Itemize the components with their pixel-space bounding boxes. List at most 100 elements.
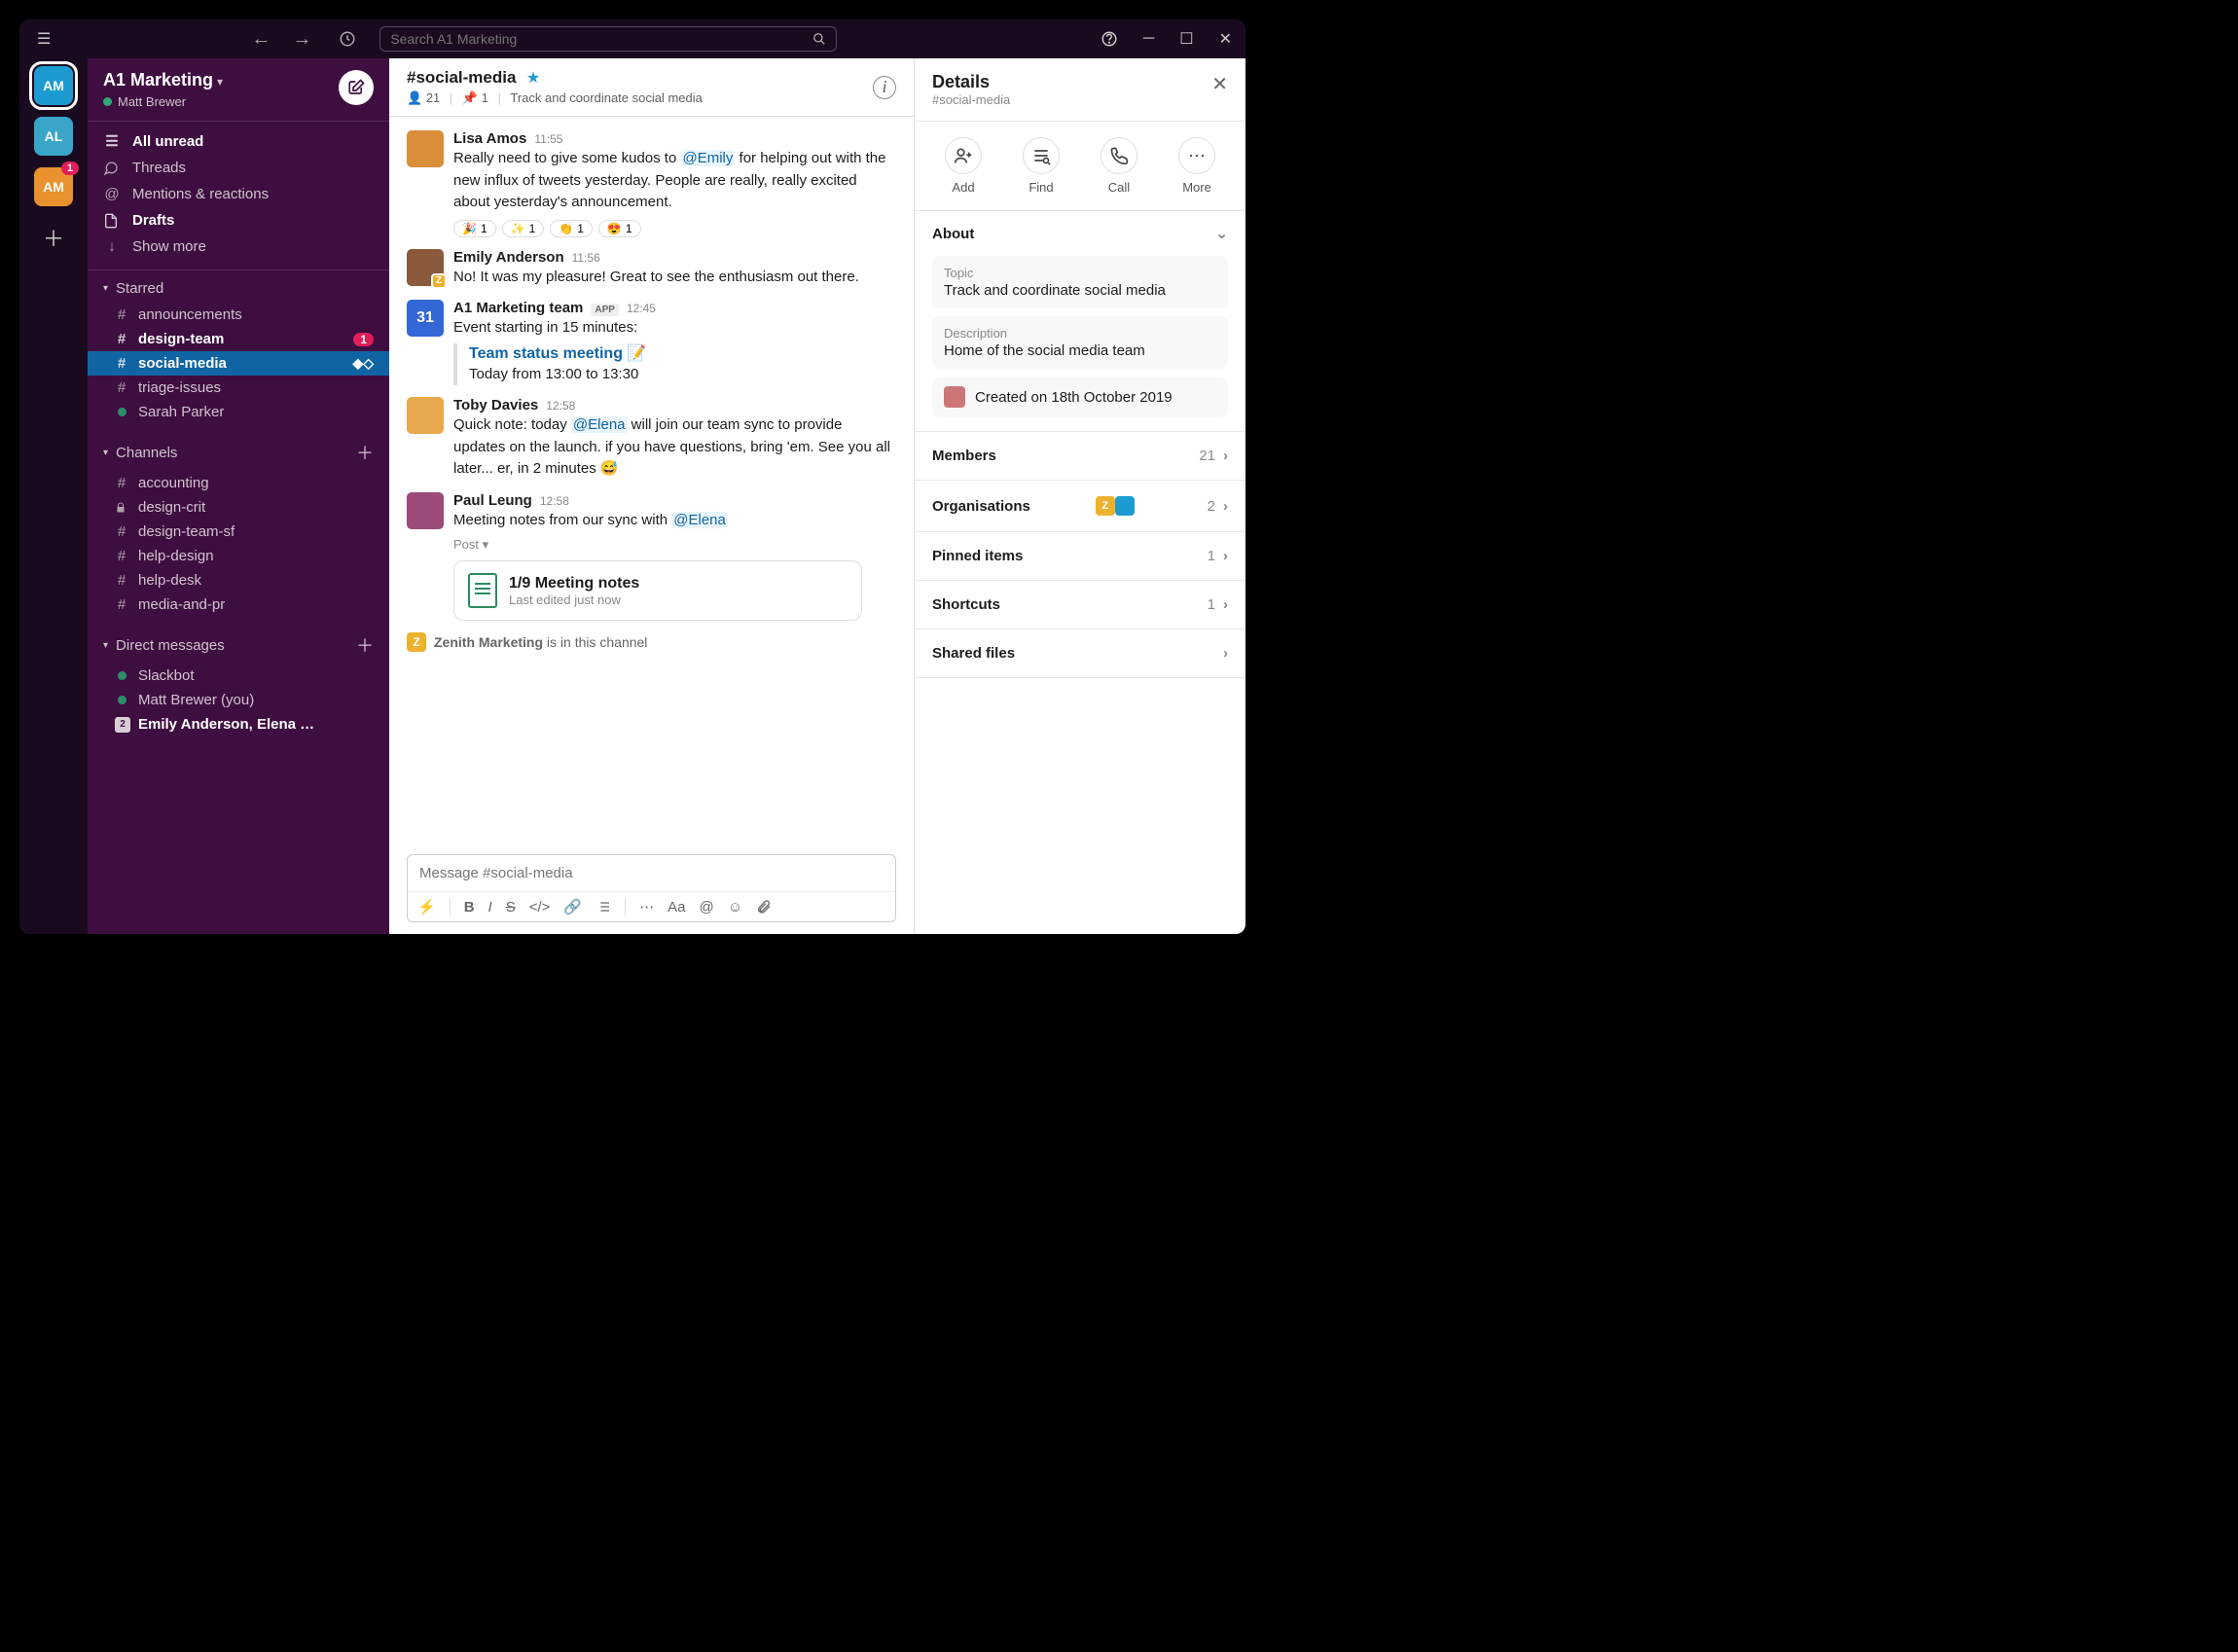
- link-button[interactable]: 🔗: [563, 898, 582, 916]
- channel-triage-issues[interactable]: #triage-issues: [88, 376, 389, 400]
- avatar[interactable]: 31: [407, 300, 444, 337]
- message-author[interactable]: Paul Leung: [453, 492, 532, 509]
- details-subtitle: #social-media: [932, 92, 1010, 107]
- message-author[interactable]: Toby Davies: [453, 397, 538, 413]
- info-icon[interactable]: i: [873, 76, 896, 99]
- channel-topic[interactable]: Track and coordinate social media: [510, 90, 703, 105]
- workspace-switcher[interactable]: AL: [34, 117, 73, 156]
- strike-button[interactable]: S: [506, 899, 516, 916]
- add-person-icon: [945, 137, 982, 174]
- search-box[interactable]: [379, 26, 837, 52]
- channel-name: Sarah Parker: [138, 404, 224, 420]
- close-button[interactable]: ✕: [1213, 25, 1238, 53]
- mention[interactable]: @Elena: [671, 512, 728, 528]
- workspace-switcher[interactable]: AM1: [34, 167, 73, 206]
- help-icon[interactable]: [1095, 26, 1124, 52]
- reaction[interactable]: 🎉1: [453, 220, 496, 237]
- channel-title[interactable]: #social-media: [407, 68, 516, 87]
- code-button[interactable]: </>: [529, 899, 551, 916]
- nav-drafts[interactable]: Drafts: [88, 207, 389, 233]
- members-icon[interactable]: 👤 21: [407, 90, 440, 105]
- maximize-button[interactable]: ☐: [1173, 25, 1199, 53]
- channel-help-desk[interactable]: #help-desk: [88, 568, 389, 593]
- section-dms[interactable]: ▾Direct messages＋: [88, 627, 389, 664]
- message-author[interactable]: Lisa Amos: [453, 130, 526, 147]
- post-attachment[interactable]: 1/9 Meeting notes Last edited just now: [453, 560, 862, 621]
- emoji-button[interactable]: ☺: [728, 899, 742, 916]
- forward-button[interactable]: →: [284, 24, 319, 54]
- presence-dot-icon: [115, 667, 128, 684]
- compose-button[interactable]: [339, 70, 374, 105]
- italic-button[interactable]: I: [488, 899, 492, 916]
- channel-design-team[interactable]: #design-team1: [88, 327, 389, 351]
- app-badge: APP: [591, 304, 619, 316]
- channel-accounting[interactable]: #accounting: [88, 471, 389, 495]
- more-formatting-button[interactable]: ⋯: [639, 898, 654, 916]
- workspace-switcher[interactable]: AM: [34, 66, 73, 105]
- mention[interactable]: @Elena: [571, 416, 628, 433]
- user-presence[interactable]: Matt Brewer: [103, 94, 223, 109]
- more-button[interactable]: ⋯More: [1178, 137, 1215, 195]
- close-details-button[interactable]: ✕: [1211, 72, 1228, 96]
- mention[interactable]: @Emily: [680, 150, 735, 166]
- reaction[interactable]: 👏1: [550, 220, 593, 237]
- pinned-row[interactable]: Pinned items1›: [915, 532, 1245, 581]
- channel-media-and-pr[interactable]: #media-and-pr: [88, 593, 389, 617]
- lightning-icon[interactable]: ⚡: [417, 898, 436, 916]
- pins-icon[interactable]: 📌 1: [462, 90, 488, 105]
- back-button[interactable]: ←: [243, 24, 278, 54]
- search-input[interactable]: [390, 31, 812, 47]
- star-icon[interactable]: ★: [526, 70, 540, 87]
- channel-design-team-sf[interactable]: #design-team-sf: [88, 520, 389, 544]
- creator-avatar[interactable]: [944, 386, 965, 408]
- reaction[interactable]: ✨1: [502, 220, 545, 237]
- event-attachment[interactable]: Team status meeting 📝 Today from 13:00 t…: [453, 343, 896, 386]
- find-button[interactable]: Find: [1023, 137, 1060, 195]
- section-channels[interactable]: ▾Channels＋: [88, 434, 389, 471]
- about-toggle[interactable]: About⌄: [915, 211, 1245, 256]
- members-row[interactable]: Members21›: [915, 432, 1245, 481]
- call-button[interactable]: Call: [1101, 137, 1137, 195]
- add-people-button[interactable]: Add: [945, 137, 982, 195]
- section-starred[interactable]: ▾Starred: [88, 274, 389, 303]
- reaction[interactable]: 😍1: [598, 220, 641, 237]
- avatar[interactable]: Z: [407, 249, 444, 286]
- add-workspace-button[interactable]: ＋: [43, 222, 64, 253]
- channel-social-media[interactable]: #social-media◆◇: [88, 351, 389, 376]
- shortcuts-row[interactable]: Shortcuts1›: [915, 581, 1245, 629]
- dm-slackbot[interactable]: Slackbot: [88, 664, 389, 688]
- menu-icon[interactable]: ☰: [27, 23, 60, 54]
- bold-button[interactable]: B: [464, 899, 475, 916]
- dm-name: Slackbot: [138, 667, 195, 684]
- text-format-button[interactable]: Aa: [668, 899, 685, 916]
- message-author[interactable]: A1 Marketing team: [453, 300, 583, 316]
- shared-files-row[interactable]: Shared files›: [915, 629, 1245, 678]
- avatar[interactable]: [407, 397, 444, 434]
- message-author[interactable]: Emily Anderson: [453, 249, 564, 266]
- dm-group[interactable]: 2Emily Anderson, Elena …: [88, 712, 389, 736]
- dm-sarah-parker[interactable]: Sarah Parker: [88, 400, 389, 424]
- channel-announcements[interactable]: #announcements: [88, 303, 389, 327]
- nav-mentions[interactable]: @Mentions & reactions: [88, 181, 389, 207]
- description-card[interactable]: DescriptionHome of the social media team: [932, 316, 1228, 369]
- avatar[interactable]: [407, 492, 444, 529]
- add-channel-button[interactable]: ＋: [356, 440, 374, 465]
- list-button[interactable]: [596, 899, 611, 915]
- channel-design-crit[interactable]: design-crit: [88, 495, 389, 520]
- avatar[interactable]: [407, 130, 444, 167]
- channel-help-design[interactable]: #help-design: [88, 544, 389, 568]
- composer-input[interactable]: [408, 855, 895, 891]
- nav-all-unread[interactable]: ☰All unread: [88, 127, 389, 155]
- nav-threads[interactable]: Threads: [88, 155, 389, 181]
- workspace-menu[interactable]: A1 Marketing▾: [103, 70, 223, 90]
- topic-card[interactable]: TopicTrack and coordinate social media: [932, 256, 1228, 308]
- organisations-row[interactable]: OrganisationsZ2›: [915, 481, 1245, 532]
- dm-self[interactable]: Matt Brewer (you): [88, 688, 389, 712]
- post-type-label[interactable]: Post ▾: [453, 537, 896, 553]
- add-dm-button[interactable]: ＋: [356, 632, 374, 658]
- mention-button[interactable]: @: [699, 899, 713, 916]
- history-icon[interactable]: [331, 26, 364, 52]
- minimize-button[interactable]: ─: [1137, 26, 1160, 52]
- nav-show-more[interactable]: ↓Show more: [88, 233, 389, 260]
- attach-button[interactable]: [756, 899, 772, 915]
